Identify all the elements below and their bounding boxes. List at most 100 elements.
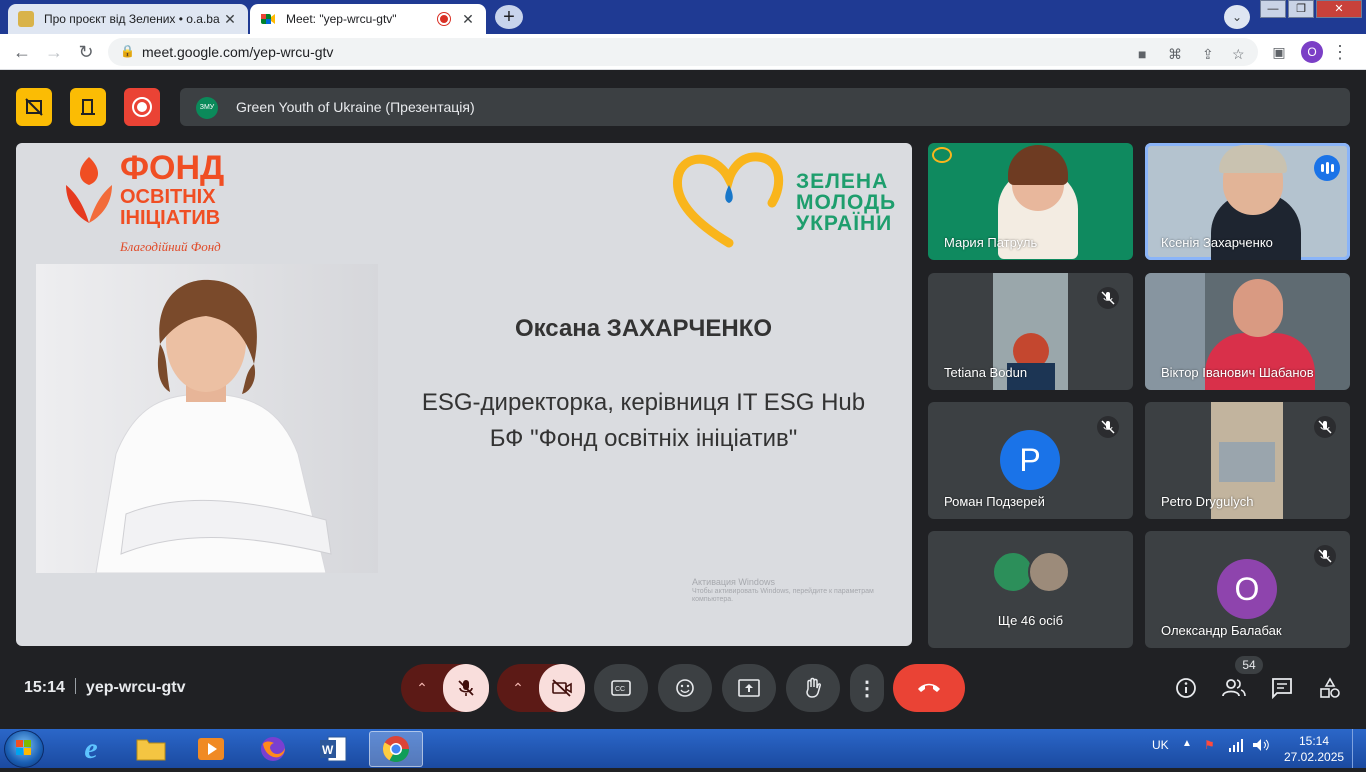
maximize-icon[interactable]: ❐ <box>1288 0 1314 18</box>
clock-date: 27.02.2025 <box>1284 750 1345 764</box>
chat-button[interactable] <box>1269 675 1295 701</box>
back-icon[interactable]: ← <box>12 42 32 62</box>
start-button[interactable] <box>4 730 44 768</box>
fund-title: ФОНД ОСВІТНІХ ІНІЦІАТИВ <box>120 150 224 229</box>
fund-logo-icon <box>66 157 112 223</box>
action-center-icon[interactable]: ⚑ <box>1204 738 1215 752</box>
participant-tile-speaking[interactable]: Ксенія Захарченко <box>1145 143 1350 260</box>
language-indicator[interactable]: UK <box>1152 738 1169 752</box>
firefox-button[interactable] <box>246 731 300 767</box>
more-participants-tile[interactable]: Ще 46 осіб <box>928 531 1133 648</box>
recording-button[interactable] <box>124 88 160 126</box>
side-panel-icon[interactable]: ▣ <box>1269 42 1289 62</box>
leave-call-button[interactable] <box>893 664 965 712</box>
word-icon: W <box>320 736 347 762</box>
reactions-button[interactable] <box>658 664 712 712</box>
tab-meet[interactable]: Meet: "yep-wrcu-gtv" ✕ <box>250 4 486 34</box>
presentation-title: Green Youth of Ukraine (Презентація) <box>236 99 475 115</box>
participant-tile[interactable]: Віктор Іванович Шабанов <box>1145 273 1350 390</box>
reload-icon[interactable]: ↻ <box>76 42 96 62</box>
tab-search-button[interactable]: ⌄ <box>1224 5 1250 29</box>
participant-tile[interactable]: Petro Drygulych <box>1145 402 1350 519</box>
present-screen-icon <box>738 679 760 697</box>
participant-name: Віктор Іванович Шабанов <box>1161 365 1314 380</box>
system-clock[interactable]: 15:14 27.02.2025 <box>1284 733 1344 765</box>
close-window-icon[interactable]: ✕ <box>1316 0 1362 18</box>
tab-title: Meet: "yep-wrcu-gtv" <box>286 12 397 26</box>
file-explorer-button[interactable] <box>124 731 178 767</box>
no-presenting-icon <box>25 98 43 116</box>
mic-off-icon <box>1097 287 1119 309</box>
speaking-indicator-icon <box>1314 155 1340 181</box>
share-icon[interactable]: ⇪ <box>1202 46 1214 63</box>
windows-taskbar: e W UK ▲ ⚑ 15:14 27.02.2025 <box>0 729 1366 768</box>
activities-button[interactable] <box>1317 675 1343 701</box>
volume-icon[interactable] <box>1252 738 1270 755</box>
window-controls: — ❐ ✕ <box>1260 0 1362 18</box>
omnibox[interactable]: 🔒 meet.google.com/yep-wrcu-gtv ■ ⌘ ⇪ ☆ <box>108 38 1258 66</box>
translate-icon[interactable]: ⌘ <box>1168 46 1182 63</box>
close-tab-icon[interactable]: ✕ <box>222 11 238 28</box>
emoji-icon <box>676 679 694 697</box>
partner-line: УКРАЇНИ <box>796 212 893 235</box>
more-options-button[interactable]: ⋮ <box>850 664 884 712</box>
more-participants-label: Ще 46 осіб <box>997 613 1064 628</box>
presentation-slide: ФОНД ОСВІТНІХ ІНІЦІАТИВ Благодійний Фонд… <box>16 143 912 646</box>
info-icon <box>1176 678 1196 698</box>
partner-line: ЗЕЛЕНА <box>796 170 889 193</box>
raise-hand-icon <box>806 677 821 698</box>
clock-time: 15:14 <box>1298 734 1330 748</box>
green-youth-logo-icon: ЗМУ <box>196 97 218 119</box>
toggle-mic-button[interactable] <box>443 664 489 712</box>
svg-text:W: W <box>322 743 334 757</box>
participant-tile[interactable]: Мария Патруль <box>928 143 1133 260</box>
kebab-menu-icon[interactable]: ⋮ <box>1330 42 1350 62</box>
fund-title-line: ОСВІТНІХ <box>120 185 216 208</box>
participant-tile[interactable]: Tetiana Bodun <box>928 273 1133 390</box>
network-signal-icon[interactable] <box>1228 738 1244 755</box>
present-screen-button[interactable] <box>722 664 776 712</box>
mic-options-chevron-icon[interactable]: ⌃ <box>401 680 443 697</box>
meeting-info: 15:14 yep-wrcu-gtv <box>24 678 186 697</box>
minimize-icon[interactable]: — <box>1260 0 1286 18</box>
host-controls-button[interactable] <box>16 88 52 126</box>
svg-text:CC: CC <box>615 686 625 693</box>
url-text[interactable]: meet.google.com/yep-wrcu-gtv <box>142 44 333 60</box>
record-icon <box>132 97 152 117</box>
camera-off-icon <box>552 679 572 697</box>
camera-icon[interactable]: ■ <box>1138 46 1146 62</box>
meet-favicon-icon <box>260 11 276 27</box>
toggle-camera-button[interactable] <box>539 664 585 712</box>
word-button[interactable]: W <box>306 731 360 767</box>
internet-explorer-button[interactable]: e <box>64 731 118 767</box>
close-tab-icon[interactable]: ✕ <box>460 11 476 28</box>
participant-tile[interactable]: P Роман Подзерей <box>928 402 1133 519</box>
bookmark-star-icon[interactable]: ☆ <box>1232 46 1245 63</box>
tab-project[interactable]: Про проєкт від Зелених • о.а.ba ✕ <box>8 4 248 34</box>
participant-video <box>1205 333 1315 390</box>
participant-name: Ксенія Захарченко <box>1161 235 1273 250</box>
meeting-details-button[interactable] <box>1173 675 1199 701</box>
end-call-icon <box>918 683 940 692</box>
site-favicon-icon <box>18 11 34 27</box>
avatar <box>1028 551 1070 593</box>
participant-tile[interactable]: О Олександр Балабак <box>1145 531 1350 648</box>
camera-options-chevron-icon[interactable]: ⌃ <box>497 680 539 697</box>
chrome-button[interactable] <box>369 731 423 767</box>
show-hidden-icons-icon[interactable]: ▲ <box>1182 738 1192 749</box>
firefox-icon <box>261 737 285 761</box>
partner-line: МОЛОДЬ <box>796 191 897 214</box>
forward-icon[interactable]: → <box>44 42 64 62</box>
new-tab-button[interactable]: + <box>495 5 523 29</box>
captions-button[interactable]: CC <box>594 664 648 712</box>
lock-icon[interactable]: 🔒 <box>120 44 135 58</box>
leave-door-button[interactable] <box>70 88 106 126</box>
media-player-button[interactable] <box>184 731 238 767</box>
participant-name: Олександр Балабак <box>1161 623 1282 638</box>
participant-name: Petro Drygulych <box>1161 494 1254 509</box>
address-bar: ← → ↻ 🔒 meet.google.com/yep-wrcu-gtv ■ ⌘… <box>0 34 1366 70</box>
profile-avatar[interactable]: O <box>1301 41 1323 63</box>
people-button[interactable] <box>1221 675 1247 701</box>
raise-hand-button[interactable] <box>786 664 840 712</box>
show-desktop-button[interactable] <box>1352 729 1366 768</box>
